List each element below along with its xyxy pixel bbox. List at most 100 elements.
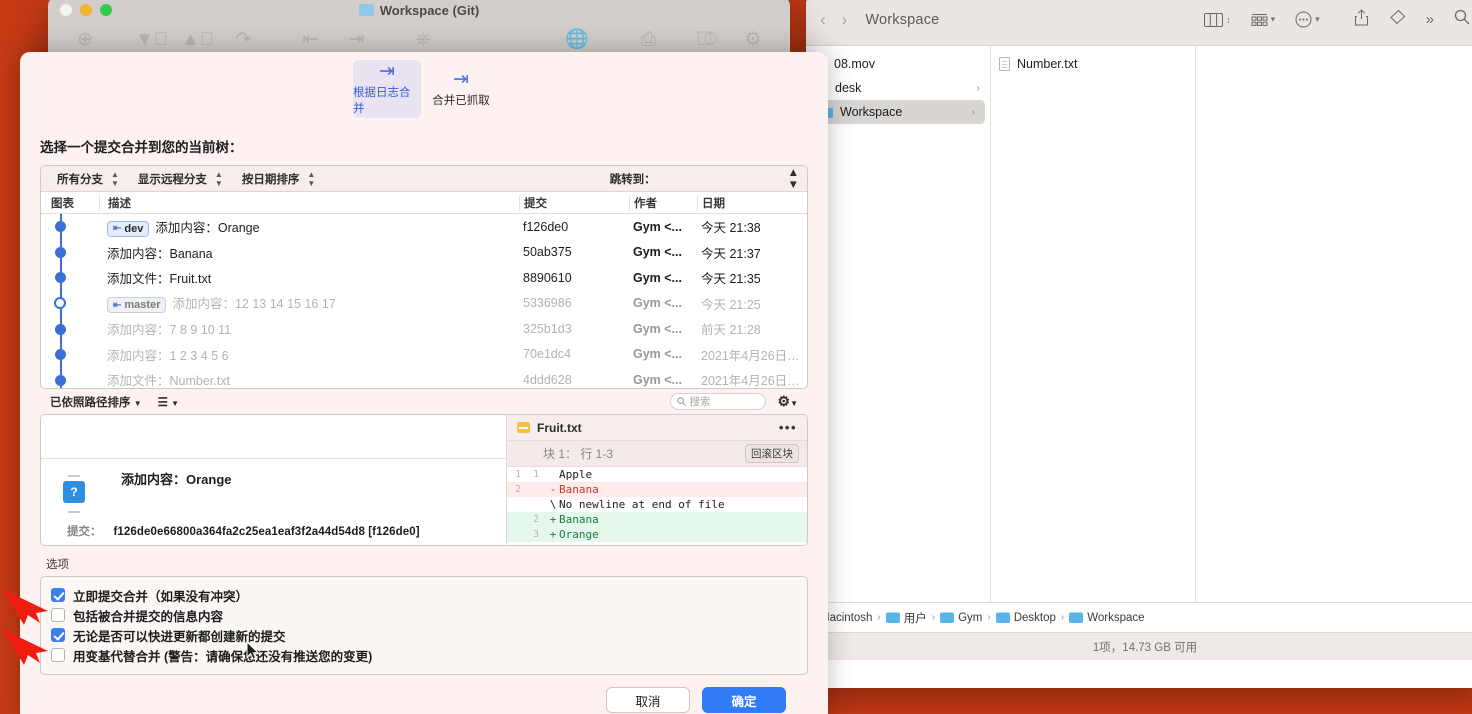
column-header-description[interactable]: 描述 [99, 194, 519, 211]
path-separator-icon: › [931, 612, 936, 623]
path-segment-workspace[interactable]: Workspace [1069, 612, 1145, 624]
search-icon[interactable] [1454, 9, 1470, 30]
folder-icon [995, 612, 1010, 623]
option-include-messages[interactable]: 包括被合并提交的信息内容 [51, 605, 797, 625]
group-by-icon[interactable]: ▾ [1251, 13, 1276, 27]
diff-text: Banana [559, 483, 599, 496]
option-rebase-instead[interactable]: 用变基代替合并 (警告：请确保您还没有推送您的变更) [51, 645, 797, 665]
finder-item-08mov[interactable]: 08.mov [806, 52, 990, 76]
modified-file-icon [517, 422, 530, 433]
column-header-graph[interactable]: 图表 [41, 195, 99, 211]
finder-item-desk[interactable]: desk › [806, 76, 990, 100]
column-header-author[interactable]: 作者 [629, 194, 697, 211]
branch-tag-master[interactable]: ⇤ master [107, 297, 167, 314]
tab-merge-from-log[interactable]: ⇥ 根据日志合并 [353, 60, 421, 118]
commit-detail-panel: ? 添加内容：Orange 提交： f126de0e66800a364fa2c2… [40, 414, 808, 546]
share-icon[interactable] [1354, 8, 1369, 31]
confirm-button[interactable]: 确定 [702, 687, 786, 713]
checkbox[interactable] [51, 648, 65, 662]
commit-graph-dot [55, 221, 66, 232]
group-by-chevron-down-icon[interactable]: ▾ [1271, 14, 1276, 25]
path-segment-gym[interactable]: Gym [940, 612, 982, 624]
commit-summary: ? 添加内容：Orange 提交： f126de0e66800a364fa2c2… [41, 459, 506, 545]
column-header-commit[interactable]: 提交 [519, 194, 629, 211]
commit-description: 添加内容：Banana [107, 246, 213, 261]
option-commit-merge-immediately[interactable]: 立即提交合并（如果没有冲突） [51, 585, 797, 605]
commit-hash-value[interactable]: f126de0e66800a364fa2c25ea1eaf3f2a44d54d8… [114, 526, 420, 538]
commit-date: 今天 21:25 [701, 297, 761, 312]
fetch-icon: ↷ [235, 29, 252, 50]
chevron-updown-icon: ▲ ▼ [214, 169, 223, 188]
filter-remote-select[interactable]: 显示远程分支 ▲ ▼ [130, 170, 230, 188]
commit-graph-dot-head [54, 297, 66, 309]
forward-icon[interactable]: › [842, 10, 848, 30]
chevron-down-icon: ▼ [133, 398, 142, 408]
branch-tag-dev[interactable]: ⇤ dev [107, 220, 150, 237]
commit-hash-row: 提交： f126de0e66800a364fa2c25ea1eaf3f2a44d… [67, 523, 420, 539]
stash-icon: ⎈ [415, 29, 431, 50]
more-toolbar-icon[interactable]: » [1426, 11, 1434, 28]
finder-item-workspace[interactable]: Workspace › [811, 100, 985, 124]
changed-files-list[interactable] [41, 415, 506, 459]
diff-more-menu-icon[interactable]: ••• [779, 420, 797, 435]
table-row[interactable]: 添加内容：Banana 50ab375 Gym <... 今天 21:37 [41, 240, 807, 266]
table-row[interactable]: 添加内容：1 2 3 4 5 6 70e1dc4 Gym <... 2021年4… [41, 342, 807, 368]
options-group: 立即提交合并（如果没有冲突） 包括被合并提交的信息内容 无论是否可以快进更新都创… [40, 576, 808, 675]
old-line-number: 2 [515, 484, 521, 495]
commit-author: Gym <... [633, 372, 682, 387]
filter-label: 显示远程分支 [137, 173, 207, 186]
tag-icon[interactable] [1389, 9, 1406, 30]
commit-description: 添加文件：Number.txt [107, 374, 230, 389]
commit-hash: 50ab375 [523, 245, 572, 260]
sort-mode-button[interactable]: 已依照路径排序 ▼ [50, 394, 142, 410]
back-icon[interactable]: ‹ [820, 10, 826, 30]
disclosure-chevron-icon: › [971, 106, 975, 118]
diff-line: 1 1 Apple [507, 467, 807, 482]
checkbox[interactable] [51, 588, 65, 602]
diff-filename: Fruit.txt [537, 420, 582, 435]
view-mode-button[interactable]: ☰ ▼ [158, 395, 179, 409]
checkbox[interactable] [51, 628, 65, 642]
table-row[interactable]: 添加文件：Fruit.txt 8890610 Gym <... 今天 21:35 [41, 265, 807, 291]
table-row[interactable]: ⇤ master 添加内容：12 13 14 15 16 17 5336986 … [41, 291, 807, 317]
path-segment-users[interactable]: 用户 [885, 610, 927, 626]
action-menu-chevron-down-icon[interactable]: ▾ [1315, 14, 1320, 25]
table-row[interactable]: 添加内容：7 8 9 10 11 325b1d3 Gym <... 前天 21:… [41, 316, 807, 342]
folder-icon [940, 612, 955, 623]
diff-sign: \ [549, 498, 557, 511]
checkbox[interactable] [51, 608, 65, 622]
settings-gear-button[interactable]: ⚙▼ [778, 393, 798, 410]
search-input[interactable]: 搜索 [669, 393, 766, 410]
finder-item-numbertxt[interactable]: Number.txt [991, 52, 1195, 76]
diff-text: No newline at end of file [559, 498, 725, 511]
folder-icon [358, 4, 374, 16]
chevron-updown-icon: ▲ ▼ [787, 166, 799, 191]
column-view-icon[interactable]: ↕ [1204, 12, 1231, 27]
cancel-button[interactable]: 取消 [606, 687, 690, 713]
table-row[interactable]: 添加文件：Number.txt 4ddd628 Gym <... 2021年4月… [41, 367, 807, 389]
globe-icon: 🌐 [565, 29, 589, 50]
revert-hunk-button[interactable]: 回滚区块 [745, 444, 799, 463]
new-line-number: 1 [533, 469, 539, 480]
finder-title: Workspace [865, 11, 940, 28]
jump-to-control[interactable]: 跳转到： ▲ ▼ [610, 167, 799, 191]
table-row[interactable]: ⇤ dev 添加内容：Orange f126de0 Gym <... 今天 21… [41, 214, 807, 240]
commit-graph-dot [55, 349, 66, 360]
tab-merge-fetched[interactable]: ⇥ 合并已抓取 [427, 60, 495, 118]
finder-item-label: 08.mov [834, 57, 875, 71]
column-view-stepper[interactable]: ↕ [1226, 15, 1231, 25]
diff-sign: - [549, 483, 557, 496]
action-menu-icon[interactable]: ▾ [1295, 11, 1320, 28]
gear-icon: ⚙ [777, 393, 791, 409]
diff-file-header: Fruit.txt ••• [507, 415, 807, 441]
option-label: 用变基代替合并 (警告：请确保您还没有推送您的变更) [73, 649, 373, 664]
filter-sort-select[interactable]: 按日期排序 ▲ ▼ [234, 170, 322, 188]
commit-description: 添加内容：12 13 14 15 16 17 [172, 297, 336, 312]
filter-branch-select[interactable]: 所有分支 ▲ ▼ [49, 170, 126, 188]
filter-label: 所有分支 [57, 173, 103, 186]
new-line-number: 2 [533, 514, 539, 525]
column-header-date[interactable]: 日期 [697, 194, 807, 211]
path-segment-desktop[interactable]: Desktop [995, 612, 1056, 624]
option-always-create-commit[interactable]: 无论是否可以快进更新都创建新的提交 [51, 625, 797, 645]
path-separator-icon: › [987, 612, 991, 623]
